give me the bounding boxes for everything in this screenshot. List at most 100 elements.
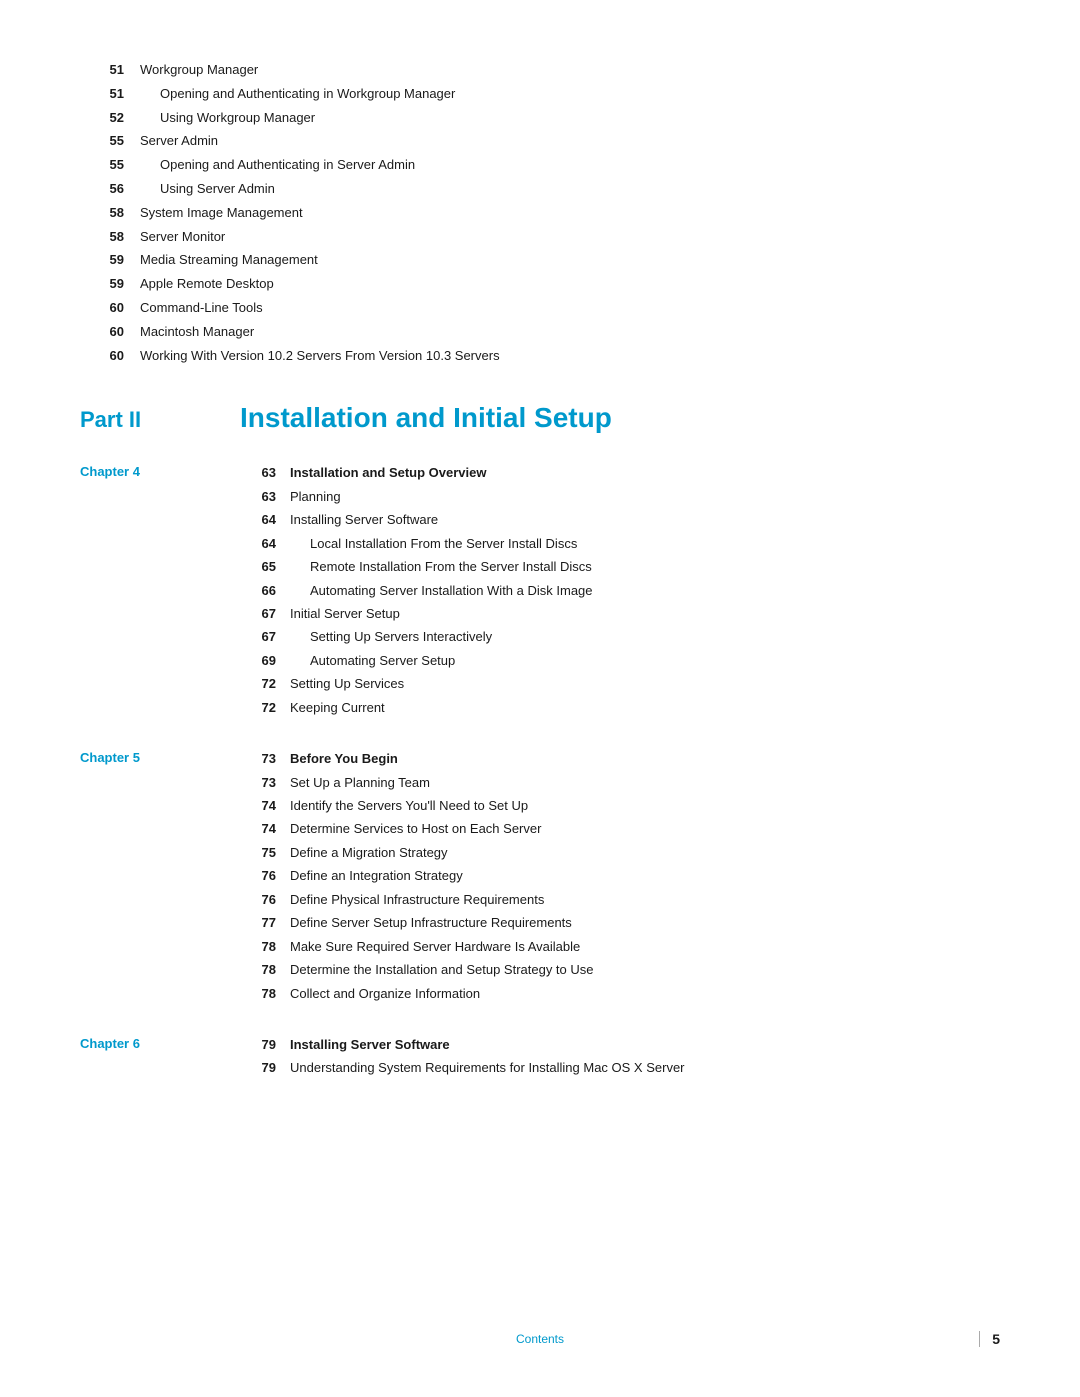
chapter-entry: 64Installing Server Software bbox=[240, 509, 1000, 530]
chapter-entry: 69Automating Server Setup bbox=[240, 650, 1000, 671]
chapter-entry: 78Collect and Organize Information bbox=[240, 983, 1000, 1004]
chapter-entry-text: Installing Server Software bbox=[290, 509, 1000, 530]
chapter-entry: 76Define Physical Infrastructure Require… bbox=[240, 889, 1000, 910]
toc-entry: 51Workgroup Manager bbox=[80, 60, 1000, 81]
chapter-entry-page: 74 bbox=[240, 795, 290, 816]
toc-entry-text: Opening and Authenticating in Workgroup … bbox=[140, 84, 455, 105]
chapter-entry: 76Define an Integration Strategy bbox=[240, 865, 1000, 886]
chapter-entry-page: 75 bbox=[240, 842, 290, 863]
chapter-entry-text: Installation and Setup Overview bbox=[290, 462, 1000, 483]
chapter-label-col: Chapter 6 bbox=[80, 1034, 240, 1081]
toc-continuation: 51Workgroup Manager51Opening and Authent… bbox=[80, 60, 1000, 366]
chapter-entry: 63Planning bbox=[240, 486, 1000, 507]
chapter-entries: 79Installing Server Software79Understand… bbox=[240, 1034, 1000, 1081]
toc-entry-text: Server Monitor bbox=[140, 227, 225, 248]
footer-page-number: 5 bbox=[979, 1331, 1000, 1347]
chapter-entries: 63Installation and Setup Overview 63Plann… bbox=[240, 462, 1000, 720]
chapter-entry-page: 65 bbox=[240, 556, 290, 577]
chapter-entry-page: 77 bbox=[240, 912, 290, 933]
toc-entry: 51Opening and Authenticating in Workgrou… bbox=[80, 84, 1000, 105]
footer-right: 5 bbox=[564, 1331, 1000, 1347]
chapter-entry: 66Automating Server Installation With a … bbox=[240, 580, 1000, 601]
toc-entry-text: Using Workgroup Manager bbox=[140, 108, 315, 129]
chapter-entry-page: 63 bbox=[240, 462, 290, 483]
toc-entry: 59Apple Remote Desktop bbox=[80, 274, 1000, 295]
toc-entry-text: Apple Remote Desktop bbox=[140, 274, 274, 295]
toc-page-num: 55 bbox=[80, 131, 140, 152]
toc-entry: 58Server Monitor bbox=[80, 227, 1000, 248]
chapter-entry: 78Make Sure Required Server Hardware Is … bbox=[240, 936, 1000, 957]
toc-entry-text: Macintosh Manager bbox=[140, 322, 254, 343]
chapter-entry-text: Define an Integration Strategy bbox=[290, 865, 1000, 886]
chapter-entry-page: 73 bbox=[240, 748, 290, 769]
chapter-entry: 79Installing Server Software bbox=[240, 1034, 1000, 1055]
chapter-label-col: Chapter 5 bbox=[80, 748, 240, 1006]
chapter-entry-page: 79 bbox=[240, 1057, 290, 1078]
chapter-block: Chapter 463Installation and Setup Overvi… bbox=[80, 462, 1000, 720]
toc-entry: 55Opening and Authenticating in Server A… bbox=[80, 155, 1000, 176]
toc-entry-text: Workgroup Manager bbox=[140, 60, 258, 81]
chapter-entry-text: Planning bbox=[290, 486, 1000, 507]
chapter-entry-page: 76 bbox=[240, 889, 290, 910]
chapter-label-col: Chapter 4 bbox=[80, 462, 240, 720]
chapter-entry: 77Define Server Setup Infrastructure Req… bbox=[240, 912, 1000, 933]
chapter-entry-text: Before You Begin bbox=[290, 748, 1000, 769]
chapter-entry-text: Installing Server Software bbox=[290, 1034, 1000, 1055]
chapter-entry-text: Keeping Current bbox=[290, 697, 1000, 718]
chapter-entry-text: Local Installation From the Server Insta… bbox=[290, 533, 1000, 554]
toc-entry-text: Opening and Authenticating in Server Adm… bbox=[140, 155, 415, 176]
chapter-entry: 72Keeping Current bbox=[240, 697, 1000, 718]
toc-page-num: 52 bbox=[80, 108, 140, 129]
chapter-label: Chapter 4 bbox=[80, 462, 240, 483]
toc-page-num: 51 bbox=[80, 84, 140, 105]
toc-page-num: 60 bbox=[80, 346, 140, 367]
toc-page-num: 51 bbox=[80, 60, 140, 81]
chapter-entry-page: 66 bbox=[240, 580, 290, 601]
chapter-block: Chapter 573Before You Begin 73Set Up a Pl… bbox=[80, 748, 1000, 1006]
chapters-section: Chapter 463Installation and Setup Overvi… bbox=[80, 462, 1000, 1081]
chapter-entry-page: 64 bbox=[240, 533, 290, 554]
chapter-entry-page: 72 bbox=[240, 697, 290, 718]
chapter-entry-text: Automating Server Installation With a Di… bbox=[290, 580, 1000, 601]
chapter-entry-page: 79 bbox=[240, 1034, 290, 1055]
chapter-entry: 73Before You Begin bbox=[240, 748, 1000, 769]
chapter-entry: 74Determine Services to Host on Each Ser… bbox=[240, 818, 1000, 839]
toc-entry: 58System Image Management bbox=[80, 203, 1000, 224]
toc-entry-text: Command-Line Tools bbox=[140, 298, 263, 319]
chapter-entry: 74Identify the Servers You'll Need to Se… bbox=[240, 795, 1000, 816]
footer-contents-label: Contents bbox=[516, 1332, 564, 1346]
chapter-entry-text: Collect and Organize Information bbox=[290, 983, 1000, 1004]
chapter-entry-text: Automating Server Setup bbox=[290, 650, 1000, 671]
chapter-entry-page: 67 bbox=[240, 626, 290, 647]
chapter-entry: 73Set Up a Planning Team bbox=[240, 772, 1000, 793]
chapter-entry-page: 72 bbox=[240, 673, 290, 694]
chapter-entry-text: Define Server Setup Infrastructure Requi… bbox=[290, 912, 1000, 933]
chapter-entry-text: Define a Migration Strategy bbox=[290, 842, 1000, 863]
toc-page-num: 60 bbox=[80, 322, 140, 343]
part-title: Installation and Initial Setup bbox=[240, 402, 612, 434]
chapter-entry-text: Setting Up Servers Interactively bbox=[290, 626, 1000, 647]
chapter-entry-text: Setting Up Services bbox=[290, 673, 1000, 694]
chapter-entry: 72Setting Up Services bbox=[240, 673, 1000, 694]
chapter-entry-page: 78 bbox=[240, 959, 290, 980]
footer: Contents 5 bbox=[0, 1331, 1080, 1347]
chapter-entry-text: Define Physical Infrastructure Requireme… bbox=[290, 889, 1000, 910]
toc-entry-text: Working With Version 10.2 Servers From V… bbox=[140, 346, 500, 367]
toc-entry: 60Command-Line Tools bbox=[80, 298, 1000, 319]
toc-page-num: 56 bbox=[80, 179, 140, 200]
toc-entry-text: Media Streaming Management bbox=[140, 250, 318, 271]
chapter-entry-text: Determine the Installation and Setup Str… bbox=[290, 959, 1000, 980]
chapter-entry: 67Initial Server Setup bbox=[240, 603, 1000, 624]
chapter-entry: 64Local Installation From the Server Ins… bbox=[240, 533, 1000, 554]
chapter-entry-text: Remote Installation From the Server Inst… bbox=[290, 556, 1000, 577]
toc-entry: 52Using Workgroup Manager bbox=[80, 108, 1000, 129]
toc-page-num: 58 bbox=[80, 227, 140, 248]
toc-entry-text: Using Server Admin bbox=[140, 179, 275, 200]
chapter-entry-page: 78 bbox=[240, 983, 290, 1004]
chapter-entry: 75Define a Migration Strategy bbox=[240, 842, 1000, 863]
chapter-entry-text: Determine Services to Host on Each Serve… bbox=[290, 818, 1000, 839]
chapter-entry-page: 69 bbox=[240, 650, 290, 671]
chapter-entry-page: 64 bbox=[240, 509, 290, 530]
chapter-entry-page: 78 bbox=[240, 936, 290, 957]
chapter-entry-page: 73 bbox=[240, 772, 290, 793]
